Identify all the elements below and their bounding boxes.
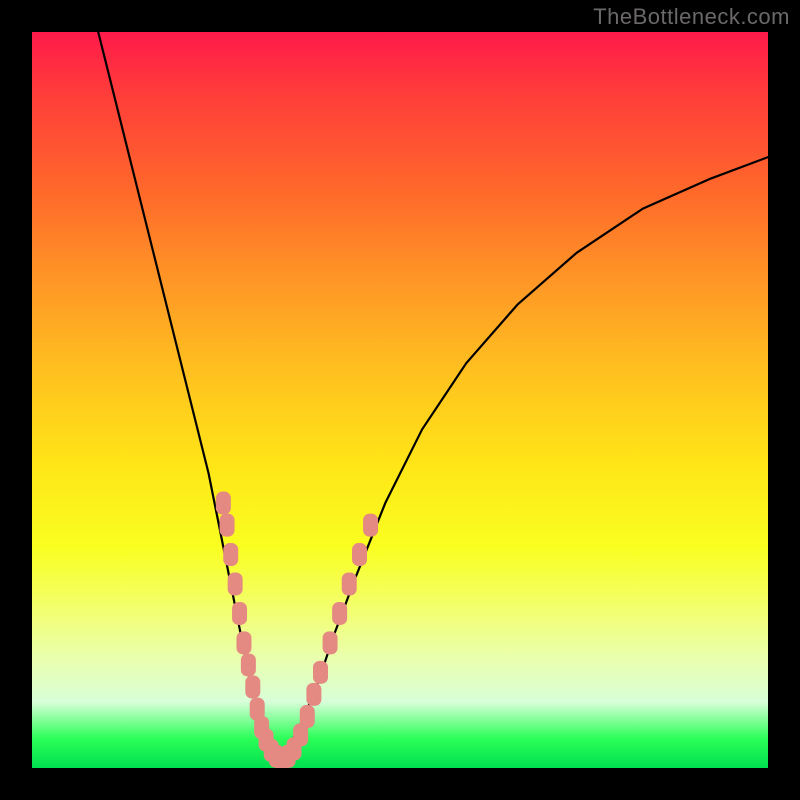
curves-group: [98, 32, 768, 761]
marker-point: [237, 632, 251, 654]
curve-layer: [32, 32, 768, 768]
marker-point: [364, 514, 378, 536]
marker-point: [307, 683, 321, 705]
marker-point: [228, 573, 242, 595]
marker-point: [333, 602, 347, 624]
marker-point: [216, 492, 230, 514]
plot-area: [32, 32, 768, 768]
marker-point: [323, 632, 337, 654]
marker-point: [300, 705, 314, 727]
marker-point: [353, 544, 367, 566]
marker-point: [241, 654, 255, 676]
marker-point: [224, 544, 238, 566]
marker-point: [220, 514, 234, 536]
watermark-text: TheBottleneck.com: [593, 4, 790, 30]
curve-right-branch: [275, 157, 768, 761]
marker-point: [314, 661, 328, 683]
marker-point: [246, 676, 260, 698]
marker-point: [233, 602, 247, 624]
marker-point: [342, 573, 356, 595]
chart-frame: TheBottleneck.com: [0, 0, 800, 800]
